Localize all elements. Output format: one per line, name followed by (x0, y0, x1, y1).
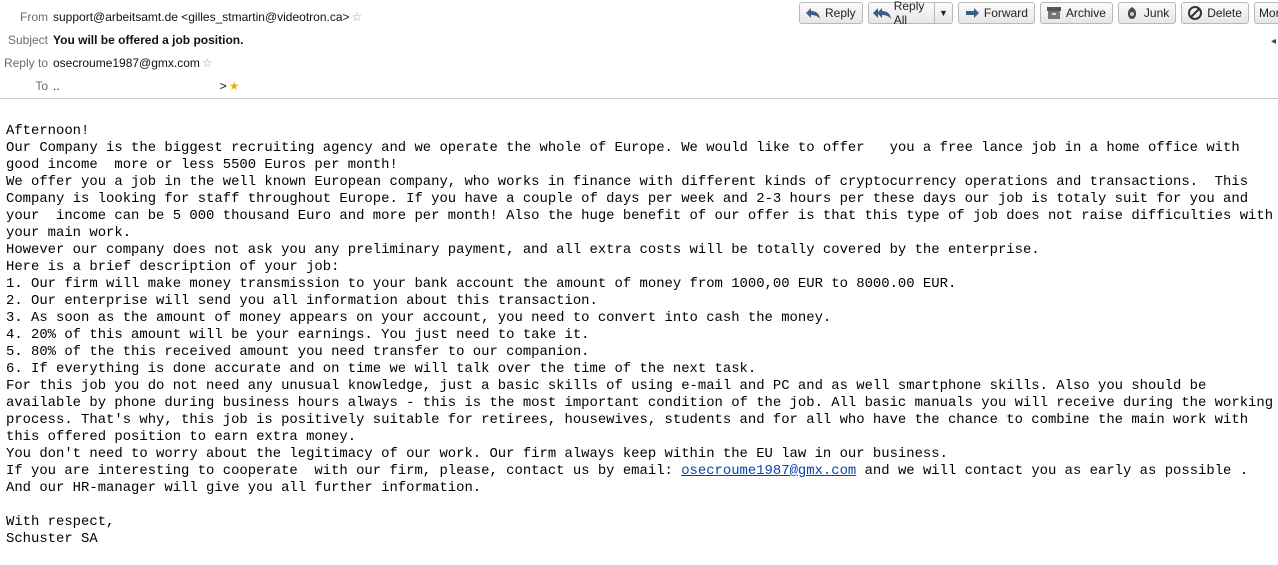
reply-icon (804, 5, 822, 21)
replyto-label: Reply to (3, 56, 48, 70)
list-item: 4. 20% of this amount will be your earni… (6, 327, 590, 343)
from-value[interactable]: support@arbeitsamt.de <gilles_stmartin@v… (53, 10, 350, 24)
delete-button[interactable]: Delete (1181, 2, 1249, 24)
body-closing: With respect, (6, 514, 115, 530)
list-item: 3. As soon as the amount of money appear… (6, 310, 832, 326)
body-paragraph-6: You don't need to worry about the legiti… (6, 446, 948, 462)
to-row: To .. > ★ (0, 76, 239, 96)
message-toolbar: Reply Reply All ▼ Forward Archive Junk D… (799, 0, 1278, 27)
delete-icon (1186, 5, 1204, 21)
forward-label: Forward (983, 6, 1028, 20)
replyto-row: Reply to osecroume1987@gmx.com ☆ (0, 53, 213, 73)
chevron-down-icon: ▼ (938, 8, 948, 18)
list-item: 2. Our enterprise will send you all info… (6, 293, 598, 309)
forward-button[interactable]: Forward (957, 2, 1035, 24)
reply-all-dropdown[interactable]: ▼ (934, 2, 953, 24)
message-header: From support@arbeitsamt.de <gilles_stmar… (0, 0, 1278, 99)
email-link[interactable]: osecroume1987@gmx.com (681, 463, 856, 479)
reply-all-button[interactable]: Reply All (867, 0, 935, 27)
to-value-suffix: > (219, 79, 227, 93)
body-greeting: Afternoon! (6, 123, 90, 139)
more-label: More (1258, 6, 1278, 20)
subject-value: You will be offered a job position. (53, 33, 244, 47)
body-signature: Schuster SA (6, 531, 98, 547)
junk-label: Junk (1143, 6, 1170, 20)
list-item: 5. 80% of the this received amount you n… (6, 344, 590, 360)
junk-icon (1123, 5, 1141, 21)
message-body: Afternoon! Our Company is the biggest rec… (6, 106, 1274, 565)
body-paragraph-3: However our company does not ask you any… (6, 242, 1040, 258)
from-row: From support@arbeitsamt.de <gilles_stmar… (0, 7, 362, 27)
forward-icon (963, 5, 981, 21)
delete-label: Delete (1207, 6, 1242, 20)
list-item: 1. Our firm will make money transmission… (6, 276, 957, 292)
reply-all-icon (872, 5, 891, 21)
reply-all-label: Reply All (893, 0, 925, 27)
to-value-prefix[interactable]: .. (53, 79, 60, 93)
star-icon[interactable]: ☆ (352, 10, 363, 24)
chevron-left-icon[interactable]: ◂ (1271, 36, 1276, 47)
body-paragraph-1: Our Company is the biggest recruiting ag… (6, 140, 1249, 173)
archive-label: Archive (1065, 6, 1106, 20)
body-paragraph-5: For this job you do not need any unusual… (6, 378, 1274, 445)
reply-button[interactable]: Reply (799, 2, 863, 24)
list-item: 6. If everything is done accurate and on… (6, 361, 757, 377)
body-paragraph-4: Here is a brief description of your job: (6, 259, 340, 275)
redacted-recipient (59, 80, 220, 92)
from-label: From (20, 10, 48, 24)
star-icon[interactable]: ☆ (202, 56, 213, 70)
more-button[interactable]: More (1253, 2, 1278, 24)
reply-label: Reply (825, 6, 856, 20)
contact-text-before: If you are interesting to cooperate with… (6, 463, 682, 479)
archive-button[interactable]: Archive (1039, 2, 1113, 24)
reply-all-split: Reply All ▼ (867, 0, 953, 27)
subject-row: Subject You will be offered a job positi… (0, 30, 243, 50)
junk-button[interactable]: Junk (1117, 2, 1177, 24)
star-icon[interactable]: ★ (229, 79, 240, 93)
body-paragraph-7: If you are interesting to cooperate with… (6, 463, 1274, 497)
to-label: To (35, 79, 48, 93)
body-paragraph-2: We offer you a job in the well known Eur… (6, 174, 1274, 241)
replyto-value[interactable]: osecroume1987@gmx.com (53, 56, 200, 70)
subject-label: Subject (7, 33, 48, 47)
archive-icon (1045, 5, 1063, 21)
